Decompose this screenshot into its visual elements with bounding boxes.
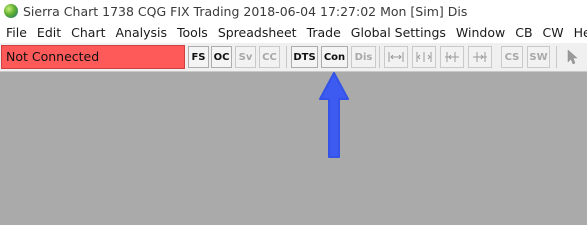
control-bar: Not Connected FS OC Sv CC DTS Con Dis CS… xyxy=(0,43,587,72)
menu-spreadsheet[interactable]: Spreadsheet xyxy=(213,22,302,43)
scale-shift-left-button[interactable] xyxy=(440,46,464,68)
fs-button[interactable]: FS xyxy=(188,46,209,68)
menu-cw[interactable]: CW xyxy=(538,22,569,43)
title-bar: Sierra Chart 1738 CQG FIX Trading 2018-0… xyxy=(0,0,587,22)
scale-shift-left-icon xyxy=(445,52,459,62)
menu-analysis[interactable]: Analysis xyxy=(111,22,173,43)
annotation-up-arrow-icon xyxy=(319,72,349,158)
menu-help[interactable]: Help xyxy=(569,22,587,43)
chart-workspace xyxy=(0,72,587,225)
toolbar-separator xyxy=(379,46,380,68)
menu-edit[interactable]: Edit xyxy=(32,22,66,43)
connection-status: Not Connected xyxy=(1,45,185,69)
menu-window[interactable]: Window xyxy=(451,22,510,43)
window-title: Sierra Chart 1738 CQG FIX Trading 2018-0… xyxy=(23,3,468,19)
scale-shift-right-button[interactable] xyxy=(468,46,492,68)
menu-file[interactable]: File xyxy=(0,22,32,43)
sw-button[interactable]: SW xyxy=(527,46,550,68)
menu-chart[interactable]: Chart xyxy=(66,22,110,43)
menu-global-settings[interactable]: Global Settings xyxy=(346,22,451,43)
scale-shift-right-icon xyxy=(473,52,487,62)
toolbar-separator xyxy=(286,46,287,68)
disconnect-button[interactable]: Dis xyxy=(351,46,376,68)
scale-expand-button[interactable] xyxy=(412,46,436,68)
menu-bar: File Edit Chart Analysis Tools Spreadshe… xyxy=(0,22,587,43)
pointer-icon xyxy=(567,49,578,65)
cs-button[interactable]: CS xyxy=(501,46,523,68)
scale-expand-icon xyxy=(416,52,432,62)
oc-button[interactable]: OC xyxy=(211,46,232,68)
menu-tools[interactable]: Tools xyxy=(172,22,213,43)
connect-button[interactable]: Con xyxy=(321,46,348,68)
pointer-tool-button[interactable] xyxy=(562,46,584,68)
menu-trade[interactable]: Trade xyxy=(302,22,346,43)
app-globe-icon xyxy=(4,4,18,18)
dts-button[interactable]: DTS xyxy=(291,46,318,68)
cc-button[interactable]: CC xyxy=(259,46,280,68)
sv-button[interactable]: Sv xyxy=(235,46,256,68)
menu-cb[interactable]: CB xyxy=(510,22,537,43)
scale-left-right-button[interactable] xyxy=(384,46,408,68)
toolbar-separator xyxy=(556,46,557,68)
scale-left-right-icon xyxy=(388,52,404,62)
